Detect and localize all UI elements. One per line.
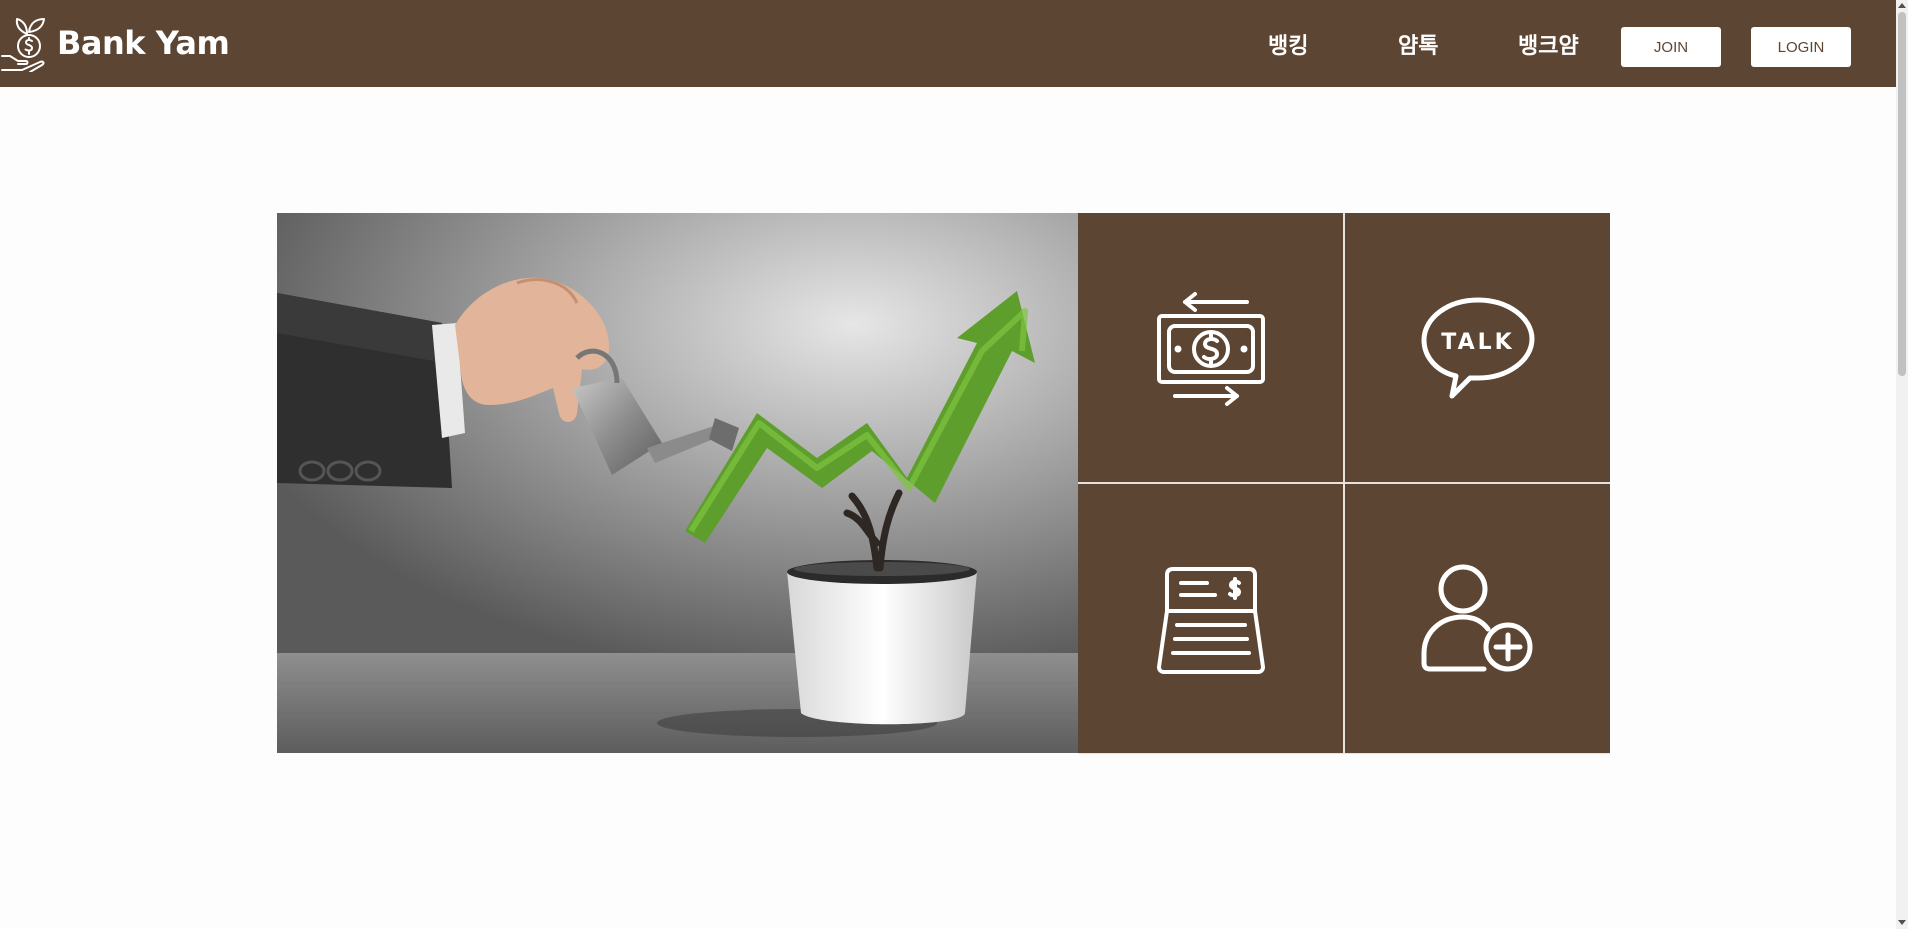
join-button[interactable]: JOIN <box>1621 27 1721 67</box>
nav-bankyam[interactable]: 뱅크얌 <box>1518 0 1579 87</box>
money-exchange-icon <box>1156 291 1265 406</box>
scroll-down-arrow-icon[interactable] <box>1898 920 1906 925</box>
hand-watering-plant-growth-arrow-image <box>277 213 1078 753</box>
brand-logo-link[interactable]: Bank Yam <box>0 8 230 78</box>
service-tiles-grid: TALK <box>1078 213 1610 754</box>
hero-image <box>277 213 1078 753</box>
talk-bubble-icon: TALK <box>1421 297 1534 398</box>
scroll-thumb[interactable] <box>1898 12 1906 376</box>
talk-icon-text: TALK <box>1441 330 1514 355</box>
receipt-laptop-icon <box>1156 566 1265 674</box>
tile-join-member[interactable] <box>1345 484 1610 753</box>
tile-banking[interactable] <box>1078 213 1343 482</box>
brand-name: Bank Yam <box>57 24 230 62</box>
money-plant-hand-icon <box>1 18 45 72</box>
nav-yamtalk[interactable]: 얌톡 <box>1398 0 1438 87</box>
page: Bank Yam 뱅킹 얌톡 뱅크얌 JOIN LOGIN TALK <box>0 0 1908 929</box>
add-user-icon <box>1421 564 1532 671</box>
nav-banking[interactable]: 뱅킹 <box>1268 0 1308 87</box>
tile-receipt[interactable] <box>1078 484 1343 753</box>
page-scrollbar[interactable] <box>1896 0 1908 929</box>
top-navigation-bar: Bank Yam 뱅킹 얌톡 뱅크얌 JOIN LOGIN <box>0 0 1896 87</box>
login-button[interactable]: LOGIN <box>1751 27 1851 67</box>
tile-yamtalk[interactable]: TALK <box>1345 213 1610 482</box>
scroll-up-arrow-icon[interactable] <box>1898 3 1906 8</box>
